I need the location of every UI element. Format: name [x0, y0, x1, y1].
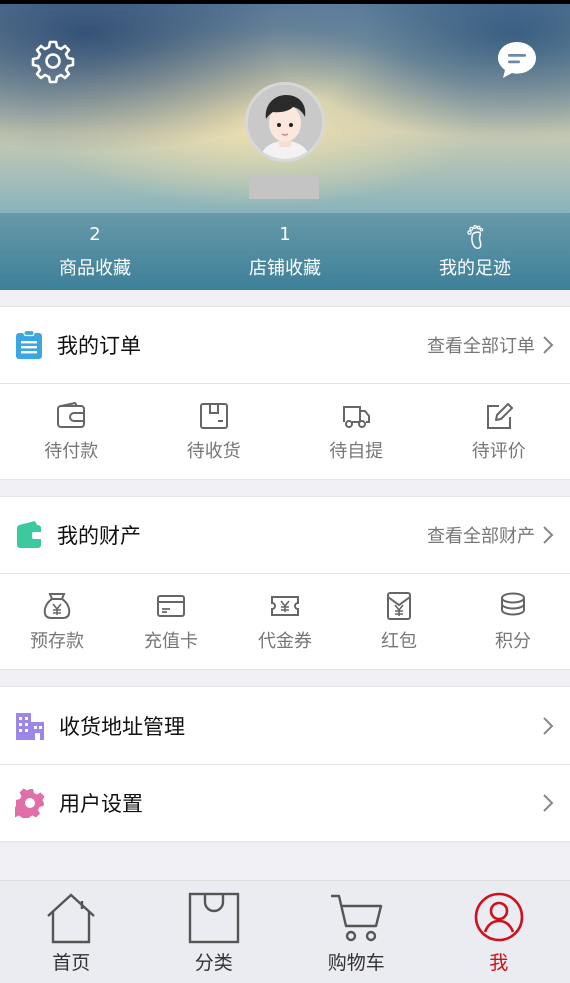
asset-red-envelope[interactable]: 红包: [342, 574, 456, 669]
order-pending-payment[interactable]: 待付款: [0, 384, 143, 479]
address-management-row[interactable]: 收货地址管理: [0, 687, 570, 764]
tab-label: 首页: [52, 952, 91, 974]
stat-value: 2: [89, 223, 101, 245]
red-envelope-icon: [387, 591, 411, 620]
orders-grid: 待付款 待收货 待自提 待评价: [0, 384, 570, 479]
assets-grid: 预存款 充值卡 代金券 红包 积分: [0, 574, 570, 669]
asset-deposit[interactable]: 预存款: [0, 574, 114, 669]
footprint-icon: [467, 224, 484, 249]
stat-footprints[interactable]: 我的足迹: [380, 213, 570, 290]
tab-label: 购物车: [327, 952, 385, 974]
category-bag-icon: [188, 892, 239, 944]
stat-label: 商品收藏: [59, 257, 131, 279]
chat-bubble-icon: [498, 42, 536, 78]
grid-item-label: 充值卡: [144, 630, 198, 652]
truck-icon: [343, 405, 371, 428]
grid-item-label: 待自提: [329, 440, 384, 462]
settings-gear-icon: [15, 788, 45, 818]
stat-product-favorites[interactable]: 2 商品收藏: [0, 213, 190, 290]
home-icon: [47, 893, 96, 944]
tab-label: 我: [489, 952, 509, 974]
user-settings-label: 用户设置: [59, 792, 143, 816]
avatar-face-icon: [248, 85, 322, 159]
profile-header: 2 商品收藏 1 店铺收藏 我的足迹: [0, 4, 570, 290]
tab-me[interactable]: 我: [428, 881, 570, 983]
order-pending-pickup[interactable]: 待自提: [285, 384, 428, 479]
voucher-icon: [271, 595, 299, 616]
message-button[interactable]: [495, 38, 539, 82]
tab-category[interactable]: 分类: [143, 881, 286, 983]
stats-bar: 2 商品收藏 1 店铺收藏 我的足迹: [0, 213, 570, 290]
chevron-right-icon: [543, 716, 554, 735]
cart-icon: [331, 894, 383, 942]
building-icon: [16, 712, 44, 740]
tab-cart[interactable]: 购物车: [285, 881, 428, 983]
assets-card: 我的财产 查看全部财产 预存款 充值卡 代金券 红包 积分: [0, 496, 570, 670]
order-pending-receipt[interactable]: 待收货: [143, 384, 286, 479]
coins-icon: [501, 592, 525, 616]
avatar[interactable]: [245, 82, 325, 162]
grid-item-label: 待付款: [44, 440, 99, 462]
chevron-right-icon: [543, 526, 554, 544]
card-icon: [157, 594, 185, 617]
assets-title: 我的财产: [57, 524, 141, 548]
user-settings-row[interactable]: 用户设置: [0, 764, 570, 841]
asset-voucher[interactable]: 代金券: [228, 574, 342, 669]
package-icon: [199, 402, 228, 429]
grid-item-label: 红包: [381, 630, 417, 652]
edit-icon: [486, 402, 513, 429]
money-bag-icon: [43, 592, 71, 619]
stat-label: 店铺收藏: [249, 257, 321, 279]
grid-item-label: 预存款: [30, 630, 84, 652]
stat-value: 1: [279, 223, 291, 245]
wallet-icon: [57, 401, 86, 428]
wallet-green-icon: [17, 521, 42, 548]
view-all-orders-link[interactable]: 查看全部订单: [427, 332, 535, 358]
grid-item-label: 积分: [495, 630, 531, 652]
chevron-right-icon: [543, 336, 554, 354]
asset-recharge-card[interactable]: 充值卡: [114, 574, 228, 669]
chevron-right-icon: [543, 794, 554, 812]
stat-footprint-icon-wrap: [464, 224, 486, 249]
menu-card: 收货地址管理 用户设置: [0, 686, 570, 842]
gear-icon: [31, 40, 75, 84]
orders-header[interactable]: 我的订单 查看全部订单: [0, 307, 570, 384]
settings-button[interactable]: [30, 38, 76, 84]
address-management-label: 收货地址管理: [59, 714, 185, 739]
stat-store-favorites[interactable]: 1 店铺收藏: [190, 213, 380, 290]
username-placeholder: [249, 175, 319, 199]
tab-label: 分类: [194, 952, 233, 974]
assets-header[interactable]: 我的财产 查看全部财产: [0, 497, 570, 574]
user-icon: [474, 892, 524, 942]
order-pending-review[interactable]: 待评价: [428, 384, 570, 479]
grid-item-label: 代金券: [258, 630, 312, 652]
grid-item-label: 待评价: [471, 440, 526, 462]
stat-label: 我的足迹: [439, 257, 511, 279]
grid-item-label: 待收货: [186, 440, 241, 462]
orders-title: 我的订单: [57, 334, 141, 358]
orders-card: 我的订单 查看全部订单 待付款 待收货 待自提 待评价: [0, 306, 570, 480]
bottom-tab-bar: 首页 分类 购物车 我: [0, 880, 570, 983]
tab-home[interactable]: 首页: [0, 881, 143, 983]
clipboard-icon: [16, 330, 42, 359]
asset-points[interactable]: 积分: [456, 574, 570, 669]
view-all-assets-link[interactable]: 查看全部财产: [427, 522, 535, 548]
